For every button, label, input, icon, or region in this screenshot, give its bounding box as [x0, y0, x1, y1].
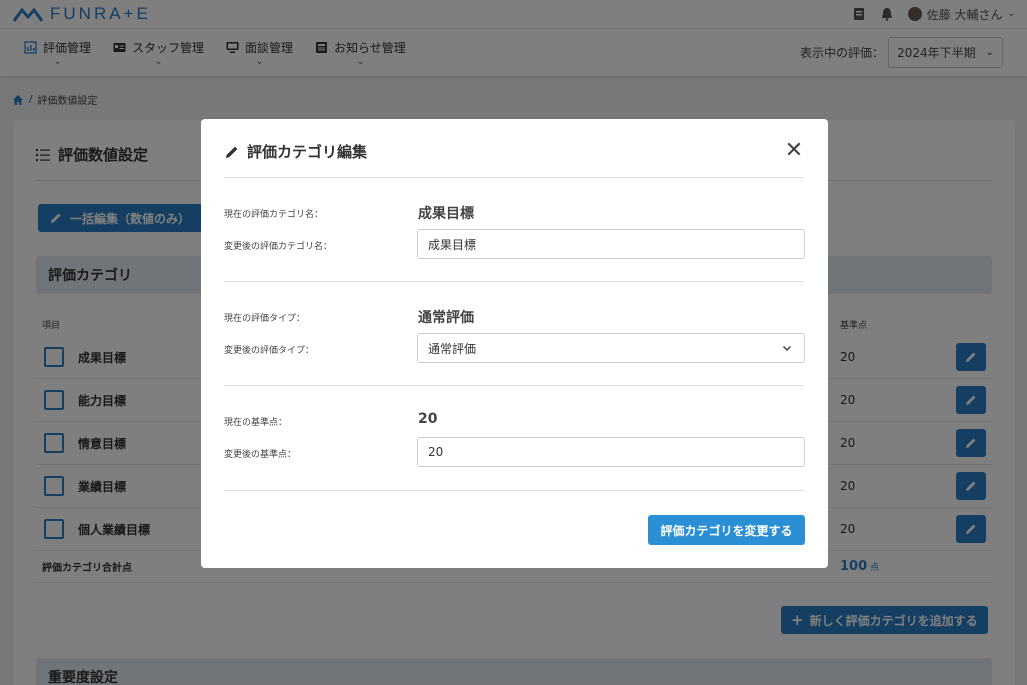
current-points-label: 現在の基準点：: [224, 418, 288, 428]
new-points-field[interactable]: 20: [417, 437, 805, 467]
new-type-value: 通常評価: [428, 341, 477, 356]
current-type-label: 現在の評価タイプ：: [224, 314, 306, 324]
new-points-label: 変更後の基準点：: [224, 450, 297, 460]
close-icon[interactable]: ✕: [784, 138, 804, 163]
new-name-label: 変更後の評価カテゴリ名：: [224, 242, 333, 252]
new-type-label: 変更後の評価タイプ：: [224, 346, 315, 356]
pencil-icon: [226, 146, 238, 158]
new-type-select[interactable]: 通常評価: [417, 333, 805, 363]
current-points-value: 20: [418, 411, 438, 427]
divider: [224, 177, 804, 178]
modal-title: 評価カテゴリ編集: [225, 141, 367, 162]
divider: [224, 490, 804, 491]
current-name-value: 成果目標: [418, 206, 474, 222]
new-name-field[interactable]: 成果目標: [417, 229, 805, 259]
new-points-value: 20: [428, 445, 444, 459]
new-name-value: 成果目標: [428, 237, 477, 252]
divider: [224, 281, 804, 282]
chevron-down-icon: [782, 345, 792, 352]
current-name-label: 現在の評価カテゴリ名：: [224, 210, 324, 220]
current-type-value: 通常評価: [418, 310, 474, 326]
edit-category-modal: 評価カテゴリ編集 ✕ 現在の評価カテゴリ名： 成果目標 変更後の評価カテゴリ名：…: [201, 119, 828, 568]
submit-category-button[interactable]: 評価カテゴリを変更する: [648, 515, 805, 545]
divider: [224, 385, 804, 386]
